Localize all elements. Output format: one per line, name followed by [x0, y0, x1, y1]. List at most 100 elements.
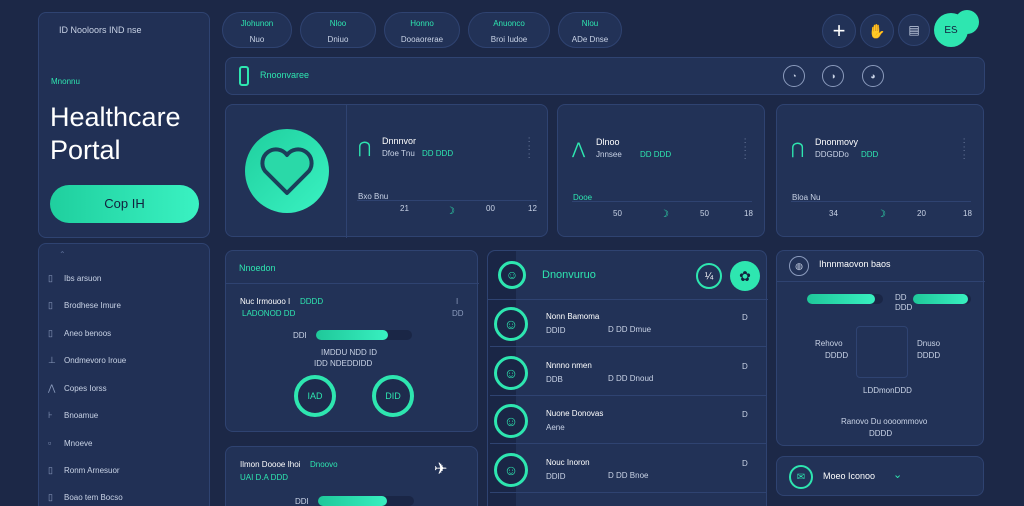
vitals-v2: 00	[486, 204, 495, 213]
filter-button[interactable]: ¼	[696, 263, 722, 289]
list-item[interactable]: ☺ Nnnno nmen DDB D DD Dnoud D	[490, 350, 766, 396]
add-button[interactable]: +	[822, 14, 856, 48]
vitals-v1: 21	[400, 204, 409, 213]
stat-v1: 50	[613, 209, 622, 218]
sidebar-top-label: ID Nooloors IND nse	[59, 25, 142, 35]
flag-icon: ⊦	[48, 410, 53, 420]
tab-label: Honno	[410, 19, 434, 28]
sidebar-item-3[interactable]: ▯ Aneo benoos	[48, 326, 111, 340]
sidebar-item-label: Bnoamue	[64, 410, 99, 420]
doc-icon: ▯	[48, 300, 53, 310]
sidebar-item-label: Ronm Arnesuor	[64, 465, 120, 475]
row-end: D	[742, 459, 748, 468]
left-sub: DDDD	[825, 351, 849, 360]
chart-icon[interactable]: ◑	[822, 65, 844, 87]
sidebar-item-8[interactable]: ▯ Ronm Arnesuor	[48, 463, 120, 477]
sidebar-brand-card: ID Nooloors IND nse Mnonnu Healthcare Po…	[38, 12, 210, 238]
heart-icon	[260, 147, 314, 195]
meta2: IDD NDEDDIDD	[314, 359, 373, 368]
top-tab-5[interactable]: Nlou ADe Dnse	[558, 12, 622, 48]
bar1-sub: DDD	[895, 303, 913, 312]
panel-label: Moeo Iconoo	[823, 471, 876, 481]
vitals-card	[225, 104, 548, 238]
sidebar-item-label: Mnoeve	[64, 438, 93, 448]
insights-icon: ◍	[789, 256, 809, 276]
tab-sub: Nuo	[249, 34, 265, 44]
top-tab-4[interactable]: Anuonco Broi Iudoe	[468, 12, 550, 48]
sidebar-item-label: Brodhese Imure	[64, 300, 121, 310]
panel-heading: Dnonvuruo	[542, 269, 596, 281]
right-sub: DDDD	[917, 351, 941, 360]
plus-icon: +	[832, 18, 846, 43]
doc-icon: ▯	[48, 328, 53, 338]
sidebar-item-label: Ibs arsuon	[64, 273, 102, 283]
cta-button[interactable]: Cop IH	[50, 185, 199, 223]
stat-sub-b: DDD	[861, 150, 879, 159]
stat-v3: 18	[744, 209, 753, 218]
plane-icon[interactable]: ✈	[434, 459, 447, 479]
row-sub: DDID	[546, 472, 566, 481]
caption1: LDDmonDDD	[863, 386, 912, 395]
row-end: D	[742, 313, 748, 322]
sidebar-item-6[interactable]: ⊦ Bnoamue	[48, 408, 98, 422]
list-item[interactable]: ☺ Nouc Inoron DDID D DD Bnoe D	[490, 447, 766, 493]
notes-button[interactable]: ▤	[898, 14, 930, 46]
moon-icon: ☽	[877, 209, 886, 220]
stat-sub-a: Dfoe Tnu	[382, 149, 415, 158]
stat-v3: 18	[963, 209, 972, 218]
caption2: Ranovo Du oooommovo	[841, 417, 928, 426]
row-sub: DDB	[546, 375, 563, 384]
tab-sub: ADe Dnse	[571, 34, 609, 44]
sidebar-item-9[interactable]: ▯ Boao tem Bocso	[48, 490, 123, 504]
sidebar-item-5[interactable]: ⋀ Copes Iorss	[48, 381, 107, 395]
insights-panel: ◍ Ihnnmaovon baos DD DDD Rehovo DDDD Dnu…	[776, 250, 985, 446]
left-label: Rehovo	[815, 339, 843, 348]
sidebar-item-label: Aneo benoos	[64, 328, 112, 338]
list-item[interactable]: ☺ Nuone Donovas Aene D	[490, 398, 766, 444]
clock-icon[interactable]: ◔	[783, 65, 805, 87]
settings-button[interactable]: ✿	[730, 261, 760, 291]
app-title-line2: Portal	[50, 135, 121, 165]
sidebar-item-7[interactable]: ▫ Mnoeve	[48, 436, 92, 450]
globe-icon[interactable]: ◕	[862, 65, 884, 87]
top-tab-1[interactable]: Jlohunon Nuo	[222, 12, 292, 48]
vitals-moon-icon: ☽	[446, 206, 455, 217]
sidebar-item-2[interactable]: ▯ Brodhese Imure	[48, 298, 121, 312]
lungs-icon: ⋀	[572, 141, 586, 158]
list-item[interactable]: ☺ Nonn Bamoma DDID D DD Dmue D	[490, 301, 766, 347]
stat-row-label: Bloa Nu	[792, 193, 821, 202]
stat-v2: 50	[700, 209, 709, 218]
ring-indicator-2: DID	[372, 375, 414, 417]
line1-b: DDDD	[300, 297, 324, 306]
patient-icon: ☺	[494, 307, 528, 341]
sidebar-item-1[interactable]: ▯ Ibs arsuon	[48, 271, 101, 285]
caption3: DDDD	[869, 429, 893, 438]
progress-fill	[316, 330, 388, 340]
chevron-down-icon[interactable]: ⌄	[893, 468, 902, 481]
book-icon: ▤	[908, 23, 920, 37]
bar-label: DDI	[295, 497, 309, 506]
top-tab-2[interactable]: Nloo Dniuo	[300, 12, 376, 48]
stat-card-3: ⋂ Dnonmovy DDGDDo DDD ::: Bloa Nu 34 ☽ 2…	[776, 104, 984, 237]
stat-v2: 20	[917, 209, 926, 218]
top-tab-3[interactable]: Honno Dooaorerae	[384, 12, 460, 48]
panel-heading: Nnoedon	[239, 263, 276, 273]
messages-panel[interactable]: ✉ Moeo Iconoo ⌄	[776, 456, 984, 496]
health-button[interactable]: ✋	[860, 14, 894, 48]
row-meta: D DD Dmue	[608, 325, 652, 334]
bar-label: DDI	[293, 331, 307, 340]
message-icon: ✉	[789, 465, 813, 489]
row-title: Nonn Bamoma	[546, 312, 600, 321]
appointments-panel: Nnoedon Nuc Irmouoo I DDDD LADONOD DD I …	[225, 250, 479, 432]
row-title: Nouc Inoron	[546, 458, 590, 467]
sidebar-collapse-icon[interactable]: ⌃	[59, 250, 66, 259]
sidebar-item-4[interactable]: ⊥ Ondmevoro Iroue	[48, 353, 126, 367]
stat-title: Dnonmovy	[815, 137, 859, 147]
row-meta: D DD Bnoe	[608, 471, 649, 480]
meta: IMDDU NDD ID	[321, 348, 377, 357]
row-title: Nnnno nmen	[546, 361, 592, 370]
pin-icon: ⊥	[48, 355, 56, 365]
tab-label: Nloo	[329, 19, 347, 28]
progress-bar-1	[807, 294, 883, 304]
doc-icon: ▯	[48, 465, 53, 475]
